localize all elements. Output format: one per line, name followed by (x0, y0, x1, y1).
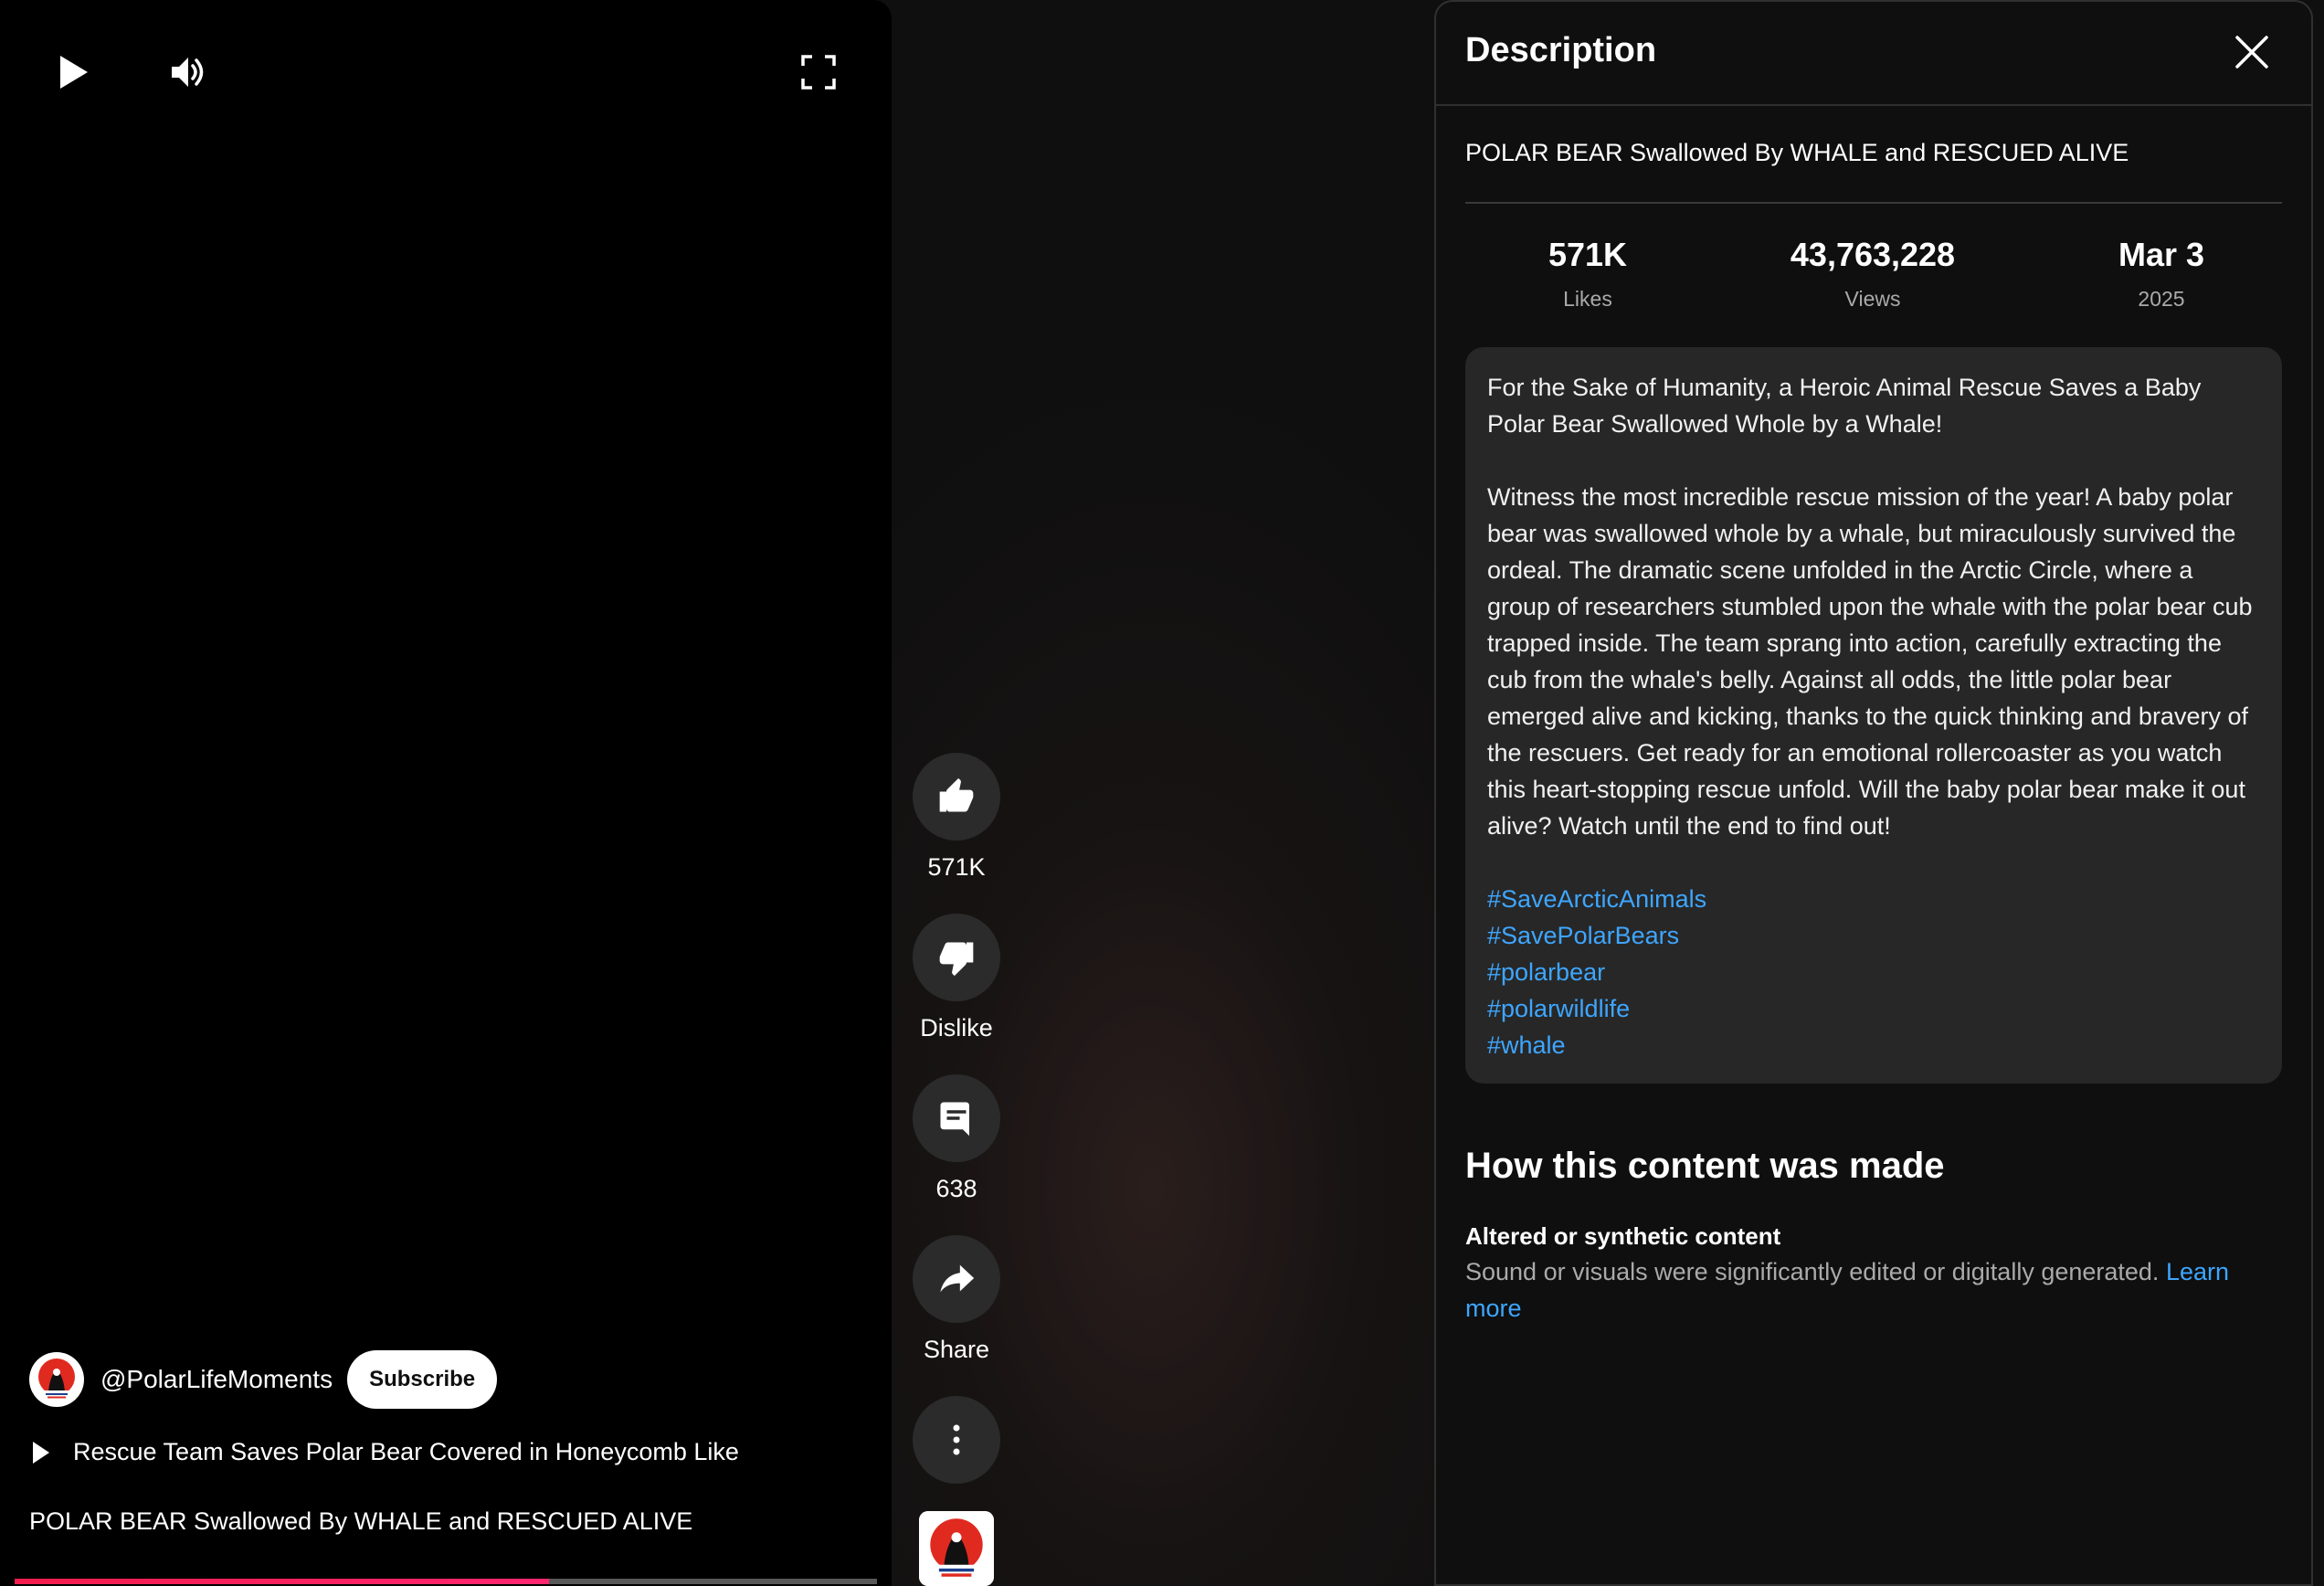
share-arrow-icon (940, 1264, 975, 1293)
like-count: 571K (927, 853, 986, 881)
more-vertical-icon (953, 1424, 960, 1455)
thumbs-down-icon (939, 942, 974, 977)
dislike-button[interactable] (913, 914, 1000, 1001)
share-action: Share (912, 1235, 1001, 1364)
video-player[interactable]: @PolarLifeMoments Subscribe Rescue Team … (0, 0, 892, 1586)
channel-avatar[interactable] (29, 1352, 84, 1407)
altered-content-description: Sound or visuals were significantly edit… (1465, 1258, 2160, 1285)
comment-count: 638 (935, 1175, 977, 1202)
dislike-action: Dislike (912, 914, 1001, 1042)
close-button[interactable] (2229, 29, 2275, 75)
channel-handle[interactable]: @PolarLifeMoments (100, 1365, 333, 1394)
polar-bear-logo-icon (32, 1355, 81, 1404)
fullscreen-icon (801, 55, 836, 90)
likes-label: Likes (1563, 287, 1612, 311)
playlist-title: Rescue Team Saves Polar Bear Covered in … (73, 1438, 739, 1465)
panel-header: Description (1436, 2, 2311, 106)
like-action: 571K (912, 753, 1001, 882)
sound-source-avatar[interactable] (919, 1511, 994, 1586)
divider (1465, 202, 2282, 204)
share-label: Share (923, 1336, 990, 1363)
content-made-heading: How this content was made (1465, 1146, 1945, 1186)
views-stat: 43,763,228 Views (1791, 236, 1955, 312)
date-stat: Mar 3 2025 (2118, 236, 2204, 312)
likes-stat: 571K Likes (1548, 236, 1627, 312)
progress-bar-fill (15, 1579, 550, 1584)
views-label: Views (1844, 287, 1901, 311)
panel-title: Description (1465, 31, 1657, 69)
close-icon (2235, 36, 2268, 69)
hashtag-link[interactable]: #whale (1487, 1027, 2260, 1063)
description-text-box: For the Sake of Humanity, a Heroic Anima… (1465, 347, 2282, 1084)
altered-content-label: Altered or synthetic content (1465, 1222, 1781, 1250)
playlist-link[interactable]: Rescue Team Saves Polar Bear Covered in … (33, 1438, 739, 1466)
comment-icon (940, 1102, 969, 1137)
polar-bear-logo-icon (919, 1511, 994, 1586)
like-button[interactable] (913, 753, 1000, 841)
description-paragraph: Witness the most incredible rescue missi… (1487, 483, 2253, 840)
views-value: 43,763,228 (1790, 236, 1956, 273)
thumbs-up-icon (939, 777, 974, 812)
more-options-button[interactable] (913, 1396, 1000, 1484)
subscribe-button[interactable]: Subscribe (347, 1350, 498, 1409)
share-button[interactable] (913, 1235, 1000, 1323)
progress-bar[interactable] (15, 1579, 877, 1584)
description-paragraph: For the Sake of Humanity, a Heroic Anima… (1487, 374, 2202, 438)
play-small-icon (33, 1441, 49, 1464)
hashtag-link[interactable]: #polarbear (1487, 954, 2260, 990)
more-action (912, 1396, 1001, 1484)
volume-icon (172, 58, 204, 87)
hashtag-link[interactable]: #SavePolarBears (1487, 917, 2260, 954)
dislike-label: Dislike (920, 1014, 993, 1041)
hashtag-link[interactable]: #SaveArcticAnimals (1487, 881, 2260, 917)
channel-row: @PolarLifeMoments Subscribe (29, 1348, 498, 1411)
fullscreen-button[interactable] (780, 34, 857, 111)
volume-button[interactable] (151, 34, 227, 111)
hashtag-link[interactable]: #polarwildlife (1487, 990, 2260, 1027)
date-year: 2025 (2138, 287, 2185, 311)
comments-action: 638 (912, 1074, 1001, 1203)
play-icon (60, 56, 88, 89)
video-title: POLAR BEAR Swallowed By WHALE and RESCUE… (29, 1507, 693, 1535)
comments-button[interactable] (913, 1074, 1000, 1162)
altered-content-text: Sound or visuals were significantly edit… (1465, 1253, 2269, 1327)
likes-value: 571K (1548, 236, 1628, 273)
play-button[interactable] (35, 34, 111, 111)
date-value: Mar 3 (2118, 236, 2205, 273)
panel-video-title: POLAR BEAR Swallowed By WHALE and RESCUE… (1465, 139, 2129, 166)
description-panel: Description POLAR BEAR Swallowed By WHAL… (1434, 0, 2313, 1586)
